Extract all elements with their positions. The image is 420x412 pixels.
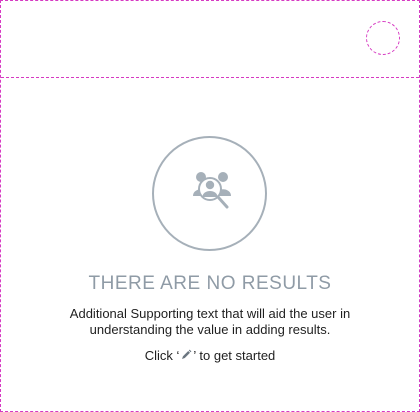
empty-state-title: THERE ARE NO RESULTS: [88, 273, 332, 294]
empty-state-cta: Click ‘ ’ to get started: [1, 348, 419, 363]
add-result-button[interactable]: [366, 21, 400, 55]
empty-state: THERE ARE NO RESULTS Additional Supporti…: [1, 78, 419, 411]
results-card: THERE ARE NO RESULTS Additional Supporti…: [0, 0, 420, 412]
pencil-icon: [182, 349, 192, 359]
cta-suffix: ’ to get started: [193, 348, 276, 363]
empty-state-description: Additional Supporting text that will aid…: [69, 306, 351, 337]
empty-state-illustration: [152, 136, 267, 251]
people-search-icon: [193, 172, 231, 209]
cta-prefix: Click ‘: [144, 348, 180, 363]
card-header: [1, 1, 419, 78]
